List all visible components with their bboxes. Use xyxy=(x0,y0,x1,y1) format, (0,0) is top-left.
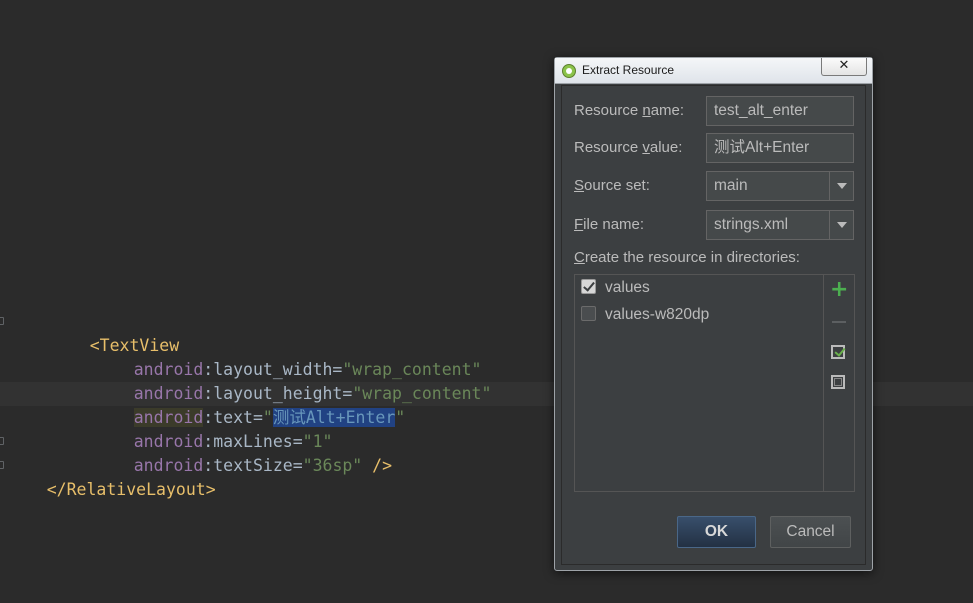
cancel-button[interactable]: Cancel xyxy=(770,516,851,548)
file-name-select[interactable]: strings.xml xyxy=(706,210,854,240)
resource-name-label: Resource name: xyxy=(574,102,685,119)
close-icon: ✕ xyxy=(838,58,850,73)
file-name-label: File name: xyxy=(574,216,645,233)
xml-tag-end: /> xyxy=(362,456,393,475)
unselect-all-icon[interactable] xyxy=(830,374,848,392)
code-line[interactable]: <TextView xyxy=(50,310,179,355)
directories-list: values values-w820dp + xyxy=(574,274,855,492)
xml-quote: " xyxy=(395,408,406,427)
xml-attribute: :textSize= xyxy=(203,456,303,475)
code-line[interactable]: android:textSize="36sp" /> xyxy=(94,430,392,475)
fold-marker-icon[interactable] xyxy=(0,317,4,325)
code-line[interactable]: </RelativeLayout> xyxy=(7,454,216,499)
directories-toolbar: + xyxy=(823,275,854,491)
source-set-label: Source set: xyxy=(574,177,650,194)
fold-marker-icon[interactable] xyxy=(0,437,4,445)
directories-label: Create the resource in directories: xyxy=(574,249,800,266)
list-item[interactable]: values xyxy=(581,277,650,299)
values-checkbox[interactable] xyxy=(581,279,596,294)
remove-directory-icon[interactable] xyxy=(830,313,848,331)
ok-button[interactable]: OK xyxy=(677,516,756,548)
list-item[interactable]: values-w820dp xyxy=(581,304,709,326)
values-w820dp-checkbox[interactable] xyxy=(581,306,596,321)
code-line[interactable]: android:maxLines="1" xyxy=(94,406,333,451)
xml-close-tag: </RelativeLayout> xyxy=(46,480,216,499)
dialog-titlebar[interactable]: Extract Resource ✕ xyxy=(555,58,872,84)
code-line-current[interactable]: android:text="测试Alt+Enter" xyxy=(94,382,405,427)
resource-value-label: Resource value: xyxy=(574,139,683,156)
chevron-down-icon[interactable] xyxy=(829,211,853,239)
android-studio-icon xyxy=(562,64,576,78)
dialog-content: Resource name: test_alt_enter Resource v… xyxy=(561,85,866,565)
code-line[interactable]: android:layout_width="wrap_content" xyxy=(94,334,482,379)
directory-name: values xyxy=(605,279,650,296)
code-line[interactable]: android:layout_height="wrap_content" xyxy=(94,358,492,403)
chevron-down-icon[interactable] xyxy=(829,172,853,200)
resource-name-input[interactable]: test_alt_enter xyxy=(706,96,854,126)
xml-value: "36sp" xyxy=(302,456,363,475)
directory-name: values-w820dp xyxy=(605,306,710,323)
source-set-select[interactable]: main xyxy=(706,171,854,201)
close-button[interactable]: ✕ xyxy=(821,58,867,76)
file-name-value: strings.xml xyxy=(714,216,789,233)
fold-marker-icon[interactable] xyxy=(0,461,4,469)
add-directory-icon[interactable]: + xyxy=(830,279,848,301)
source-set-value: main xyxy=(714,177,748,194)
extract-resource-dialog: Extract Resource ✕ Resource name: test_a… xyxy=(554,57,873,571)
select-all-icon[interactable] xyxy=(830,344,848,362)
resource-value-input[interactable]: 测试Alt+Enter xyxy=(706,133,854,163)
dialog-title: Extract Resource xyxy=(582,63,675,77)
